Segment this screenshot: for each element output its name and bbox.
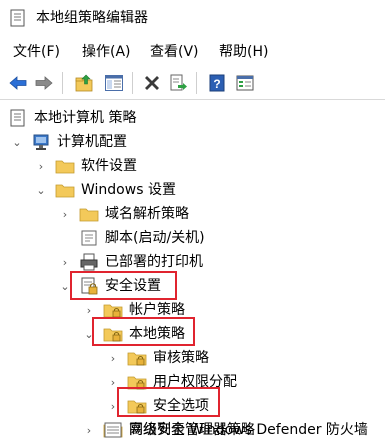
help-button[interactable]: ? (205, 71, 229, 95)
group-policy-app-icon (10, 9, 25, 27)
tree-label-root: 本地计算机 策略 (34, 110, 137, 126)
back-icon (9, 76, 27, 90)
back-button[interactable] (6, 71, 30, 95)
highlight-box (92, 317, 195, 346)
show-hide-tree-button[interactable] (102, 71, 126, 95)
toolbar: ? (0, 66, 385, 100)
tree-node-audit-policy[interactable]: › 审核策略 (0, 346, 385, 370)
up-folder-icon (75, 74, 93, 92)
locked-folder-icon (127, 352, 147, 366)
tree-node-network-list-row[interactable]: 网络列表管理器策略 (0, 418, 385, 442)
tree-node-windows-settings[interactable]: ⌄ Windows 设置 (0, 178, 385, 202)
forward-button[interactable] (32, 71, 56, 95)
menu-action[interactable]: 操作(A) (82, 42, 131, 62)
tree-node-computer-config[interactable]: ⌄ 计算机配置 (0, 130, 385, 154)
menu-help[interactable]: 帮助(H) (219, 42, 268, 62)
computer-icon (33, 134, 49, 150)
properties-icon (236, 75, 254, 91)
delete-icon (145, 76, 159, 90)
tree-node-security-settings[interactable]: ⌄ 安全设置 (0, 271, 385, 300)
toolbar-separator (132, 72, 133, 94)
properties-button[interactable] (233, 71, 257, 95)
policy-document-icon (10, 109, 25, 127)
tree-label-windows-settings: Windows 设置 (81, 182, 176, 198)
highlight-box (70, 271, 177, 300)
chevron-right-icon[interactable]: › (59, 202, 71, 226)
tree-label-audit-policy: 审核策略 (153, 350, 209, 366)
tree-node-printers[interactable]: › 已部署的打印机 (0, 250, 385, 274)
tree-label-printers: 已部署的打印机 (105, 254, 203, 270)
help-icon: ? (209, 74, 225, 92)
menu-file[interactable]: 文件(F) (13, 42, 60, 62)
chevron-right-icon[interactable]: › (107, 346, 119, 370)
folder-icon (55, 160, 75, 174)
window-title: 本地组策略编辑器 (36, 10, 148, 26)
tree-node-dns-policy[interactable]: › 域名解析策略 (0, 202, 385, 226)
export-list-icon (170, 74, 187, 91)
tree-node-scripts[interactable]: 脚本(启动/关机) (0, 226, 385, 250)
up-button[interactable] (72, 71, 96, 95)
chevron-down-icon[interactable]: ⌄ (11, 130, 23, 154)
printer-icon (80, 253, 98, 271)
folder-icon (55, 184, 75, 198)
script-icon (81, 230, 97, 246)
policy-tree: 本地计算机 策略 ⌄ 计算机配置 › 软件设置 ⌄ Windows 设置 › 域… (0, 103, 385, 445)
tree-label-scripts: 脚本(启动/关机) (105, 230, 205, 246)
tree-label-software-settings: 软件设置 (81, 158, 137, 174)
svg-text:?: ? (213, 77, 220, 91)
tree-root-node[interactable]: 本地计算机 策略 (0, 106, 385, 130)
show-hide-tree-icon (105, 75, 123, 91)
tree-label-dns-policy: 域名解析策略 (105, 206, 189, 222)
delete-button[interactable] (140, 71, 164, 95)
network-list-icon (104, 422, 122, 438)
highlight-box (117, 387, 220, 417)
folder-icon (79, 208, 99, 222)
forward-icon (35, 76, 53, 90)
menu-view[interactable]: 查看(V) (150, 42, 199, 62)
title-bar: 本地组策略编辑器 (0, 0, 385, 36)
tree-node-security-options[interactable]: › 安全选项 (0, 387, 385, 418)
tree-node-local-policies[interactable]: ⌄ 本地策略 (0, 317, 385, 346)
chevron-down-icon[interactable]: ⌄ (35, 178, 47, 202)
chevron-right-icon[interactable]: › (35, 154, 47, 178)
toolbar-separator (62, 72, 63, 94)
tree-label-computer-config: 计算机配置 (57, 134, 127, 150)
tree-label-network-list: 网络列表管理器策略 (129, 422, 255, 438)
toolbar-separator (196, 72, 197, 94)
tree-node-software-settings[interactable]: › 软件设置 (0, 154, 385, 178)
menu-bar: 文件(F) 操作(A) 查看(V) 帮助(H) (0, 38, 385, 66)
export-list-button[interactable] (166, 71, 190, 95)
